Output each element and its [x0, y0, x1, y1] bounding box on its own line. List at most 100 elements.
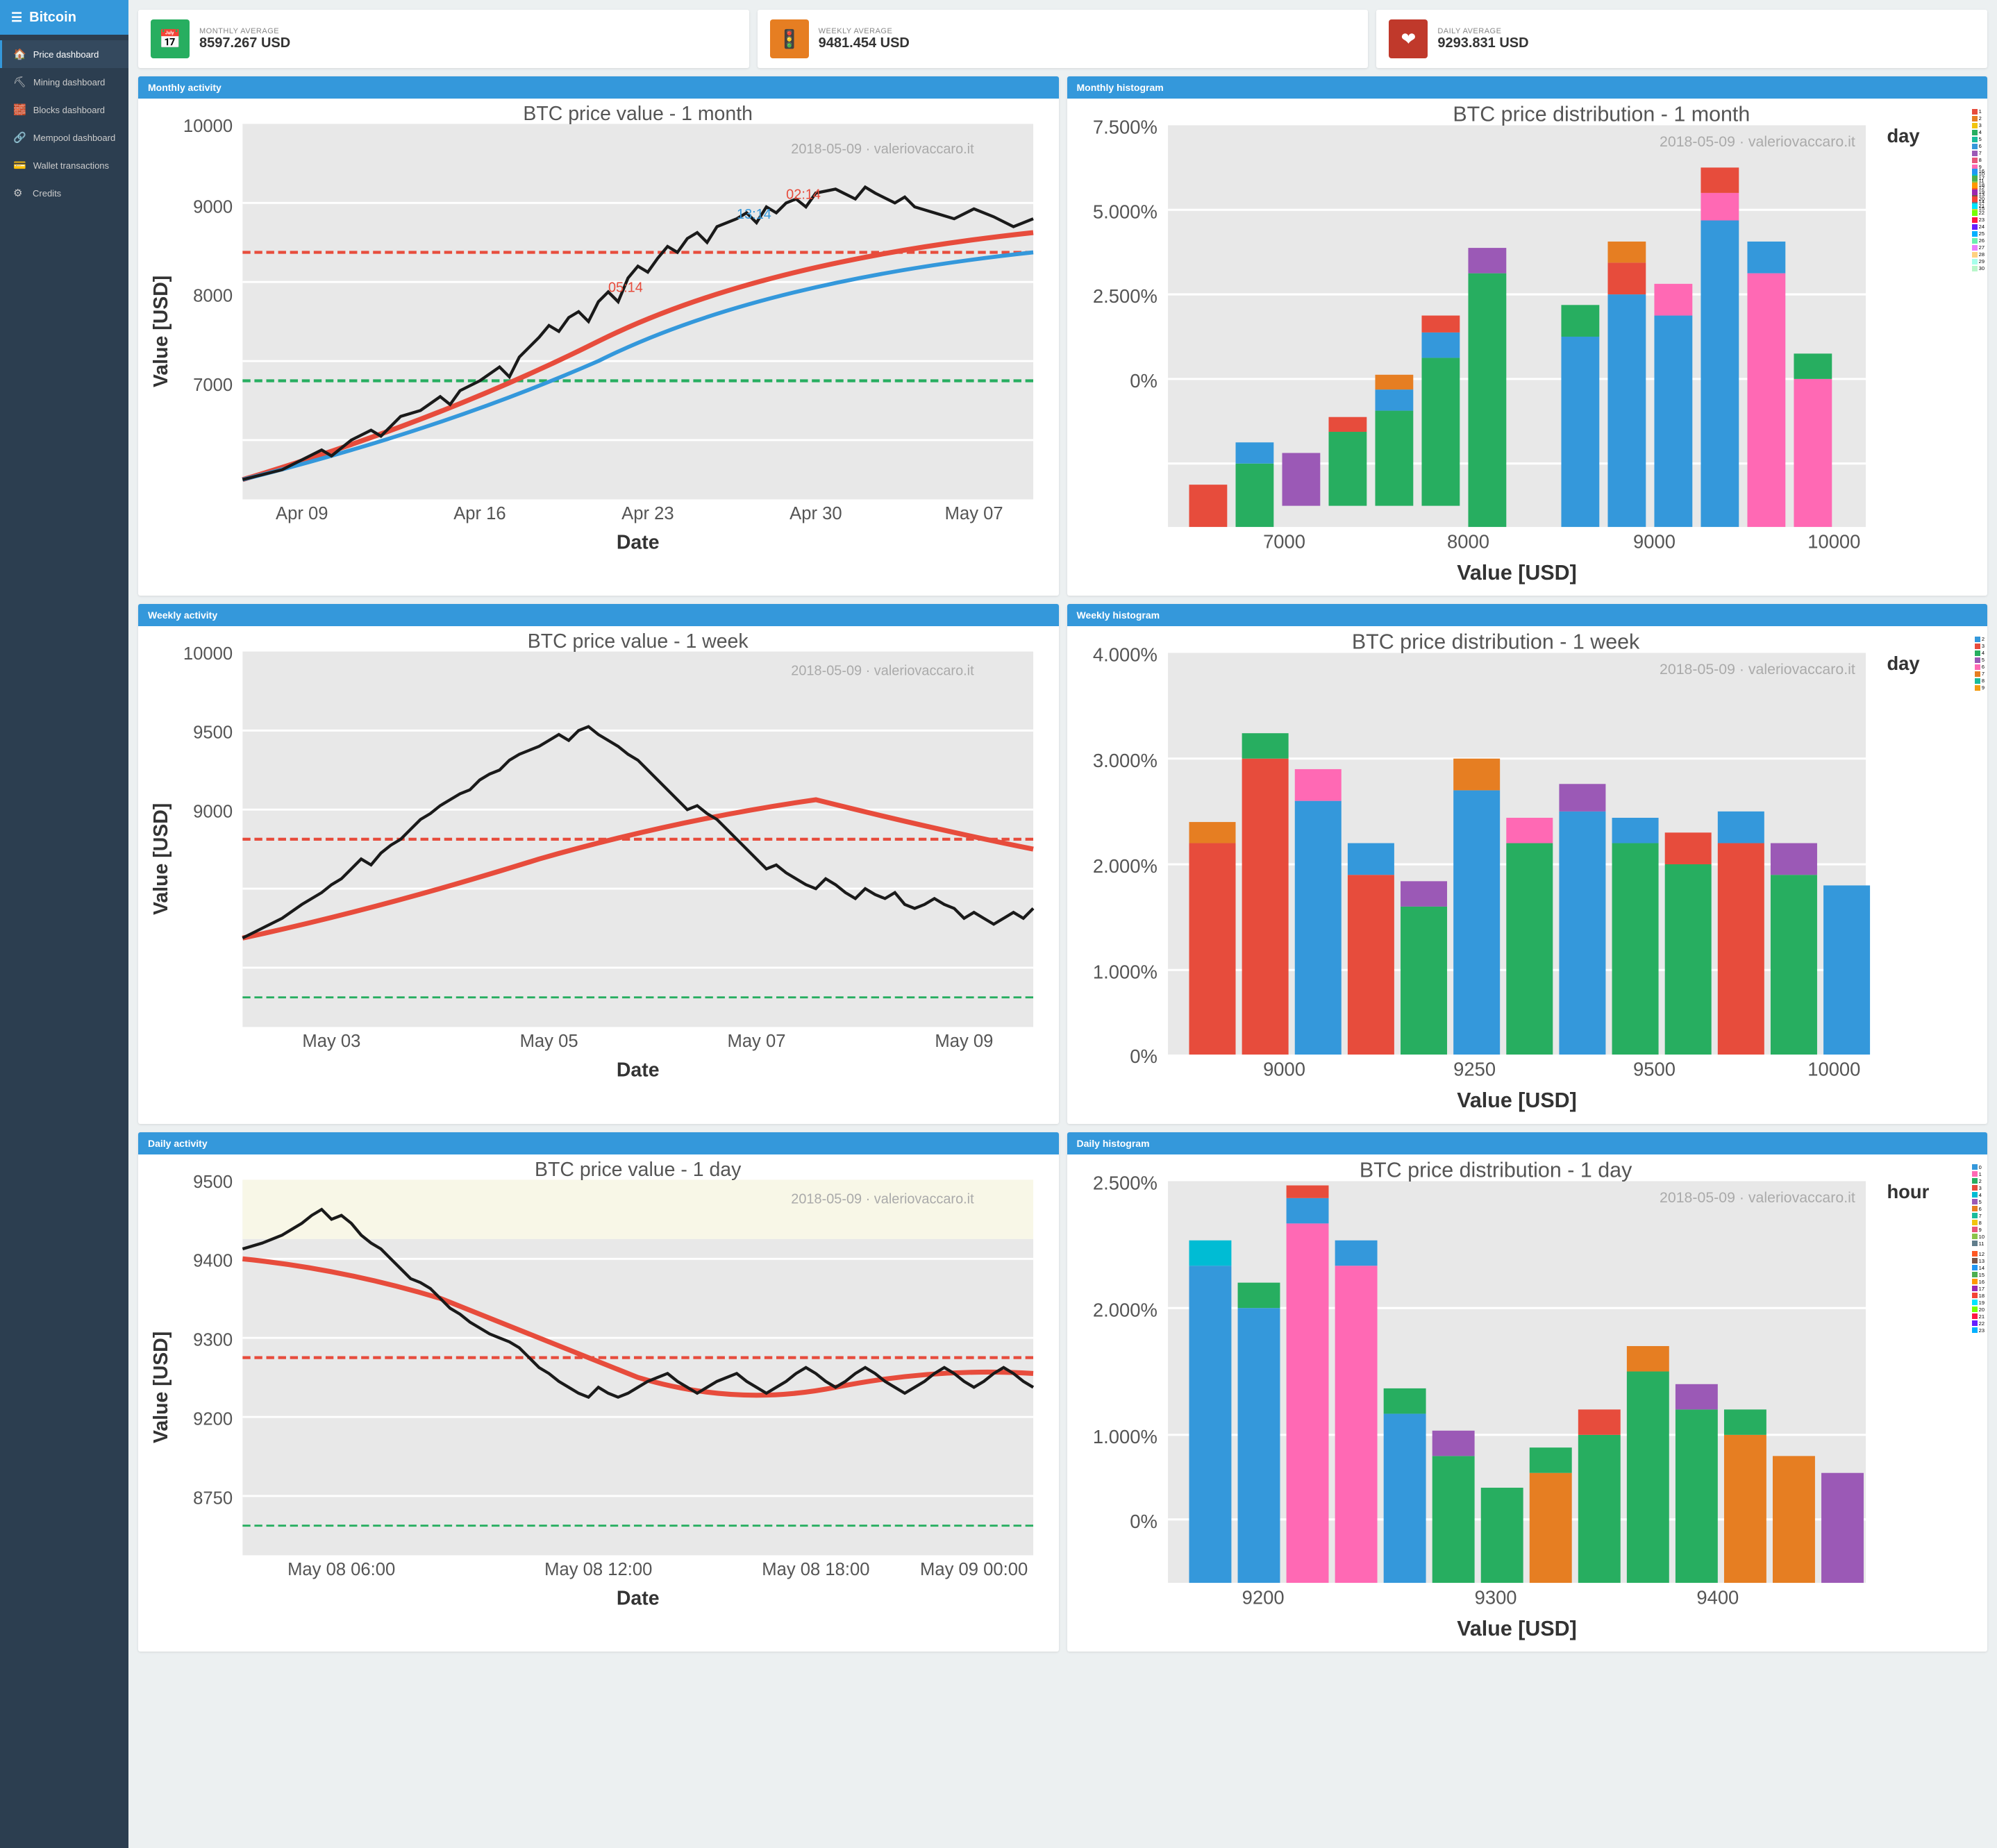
svg-text:9250: 9250: [1453, 1059, 1496, 1080]
svg-text:0%: 0%: [1130, 370, 1158, 392]
monthly-histogram-panel: Monthly histogram: [1067, 76, 1988, 596]
daily-activity-body: 9500 9400 9300 9200 8750 May 08 06:00 Ma…: [138, 1154, 1059, 1620]
stat-daily: ❤ DAILY AVERAGE 9293.831 USD: [1376, 10, 1987, 68]
sidebar-item-wallet-transactions[interactable]: 💳 Wallet transactions: [0, 151, 128, 179]
svg-text:0%: 0%: [1130, 1511, 1158, 1532]
svg-text:Apr 23: Apr 23: [621, 504, 674, 523]
svg-text:10000: 10000: [183, 644, 233, 664]
svg-text:Date: Date: [617, 1059, 660, 1082]
svg-text:BTC price distribution - 1 mon: BTC price distribution - 1 month: [1453, 104, 1750, 126]
svg-text:BTC price value - 1 month: BTC price value - 1 month: [523, 104, 753, 125]
svg-text:0%: 0%: [1130, 1046, 1158, 1068]
svg-text:13:14: 13:14: [737, 207, 771, 222]
sidebar-item-mempool-dashboard[interactable]: 🔗 Mempool dashboard: [0, 124, 128, 151]
svg-text:2.500%: 2.500%: [1092, 1172, 1157, 1193]
svg-text:9400: 9400: [193, 1252, 233, 1271]
svg-text:9300: 9300: [1474, 1586, 1516, 1608]
svg-text:Date: Date: [617, 1587, 660, 1609]
main-content: 📅 MONTHLY AVERAGE 8597.267 USD 🚦 WEEKLY …: [128, 0, 1997, 1848]
svg-text:Value [USD]: Value [USD]: [150, 1332, 172, 1443]
svg-text:9000: 9000: [193, 803, 233, 822]
stat-weekly: 🚦 WEEKLY AVERAGE 9481.454 USD: [758, 10, 1369, 68]
sidebar-item-price-dashboard[interactable]: 🏠 Price dashboard: [0, 40, 128, 68]
svg-text:3.000%: 3.000%: [1092, 750, 1157, 771]
svg-text:05:14: 05:14: [608, 280, 643, 295]
svg-text:Apr 09: Apr 09: [276, 504, 328, 523]
sidebar: ☰ Bitcoin 🏠 Price dashboard ⛏ Mining das…: [0, 0, 128, 1848]
monthly-value: 8597.267 USD: [199, 35, 290, 51]
sidebar-label-credits: Credits: [33, 188, 61, 199]
svg-text:9500: 9500: [193, 723, 233, 743]
hamburger-icon[interactable]: ☰: [11, 10, 22, 25]
weekly-activity-header: Weekly activity: [138, 604, 1059, 626]
weekly-histogram-legend: 2 3 4 5 6 7 8 9: [1975, 636, 1985, 691]
svg-text:2018-05-09 · valeriovaccaro.it: 2018-05-09 · valeriovaccaro.it: [791, 664, 974, 679]
daily-value: 9293.831 USD: [1437, 35, 1528, 51]
monthly-label: MONTHLY AVERAGE: [199, 27, 290, 35]
svg-text:May 08 12:00: May 08 12:00: [544, 1560, 652, 1579]
monthly-charts-row: Monthly activity: [138, 76, 1987, 596]
svg-text:May 05: May 05: [520, 1032, 578, 1051]
svg-text:1.000%: 1.000%: [1092, 1426, 1157, 1447]
daily-activity-svg: 9500 9400 9300 9200 8750 May 08 06:00 Ma…: [144, 1160, 1053, 1615]
sidebar-label-wallet: Wallet transactions: [33, 160, 109, 171]
svg-text:4.000%: 4.000%: [1092, 644, 1157, 666]
weekly-label: WEEKLY AVERAGE: [819, 27, 910, 35]
svg-text:2018-05-09 · valeriovaccaro.it: 2018-05-09 · valeriovaccaro.it: [791, 1191, 974, 1207]
svg-text:May 09 00:00: May 09 00:00: [920, 1560, 1028, 1579]
svg-text:10000: 10000: [1807, 531, 1860, 553]
svg-text:May 07: May 07: [945, 504, 1003, 523]
weekly-value: 9481.454 USD: [819, 35, 910, 51]
daily-histogram-header: Daily histogram: [1067, 1132, 1988, 1154]
svg-text:BTC price distribution - 1 day: BTC price distribution - 1 day: [1359, 1160, 1632, 1182]
svg-text:2.500%: 2.500%: [1092, 285, 1157, 307]
svg-text:8000: 8000: [1447, 531, 1489, 553]
svg-text:BTC price value - 1 week: BTC price value - 1 week: [528, 632, 749, 653]
sidebar-item-mining-dashboard[interactable]: ⛏ Mining dashboard: [0, 68, 128, 96]
svg-text:9000: 9000: [1633, 531, 1676, 553]
sidebar-header: ☰ Bitcoin: [0, 0, 128, 35]
stat-monthly: 📅 MONTHLY AVERAGE 8597.267 USD: [138, 10, 749, 68]
svg-text:May 08 06:00: May 08 06:00: [287, 1560, 395, 1579]
daily-charts-row: Daily activity: [138, 1132, 1987, 1652]
svg-text:9300: 9300: [193, 1330, 233, 1350]
sidebar-label-blocks-dashboard: Blocks dashboard: [33, 105, 105, 115]
svg-text:9200: 9200: [1242, 1586, 1284, 1608]
svg-text:2018-05-09 · valeriovaccaro.it: 2018-05-09 · valeriovaccaro.it: [1660, 661, 1855, 678]
weekly-activity-panel: Weekly activity: [138, 604, 1059, 1123]
weekly-activity-body: 10000 9500 9000 May 03 May 05 May 07 May…: [138, 626, 1059, 1092]
svg-text:Date: Date: [617, 532, 660, 554]
monthly-icon: 📅: [151, 19, 190, 58]
monthly-activity-panel: Monthly activity: [138, 76, 1059, 596]
stats-row: 📅 MONTHLY AVERAGE 8597.267 USD 🚦 WEEKLY …: [138, 10, 1987, 68]
weekly-histogram-panel: Weekly histogram: [1067, 604, 1988, 1123]
sidebar-item-blocks-dashboard[interactable]: 🧱 Blocks dashboard: [0, 96, 128, 124]
svg-text:10000: 10000: [183, 117, 233, 136]
weekly-histogram-header: Weekly histogram: [1067, 604, 1988, 626]
svg-text:Apr 16: Apr 16: [453, 504, 505, 523]
svg-text:2018-05-09 · valeriovaccaro.it: 2018-05-09 · valeriovaccaro.it: [791, 142, 974, 157]
svg-text:Value [USD]: Value [USD]: [1457, 1089, 1577, 1113]
svg-text:9200: 9200: [193, 1409, 233, 1429]
monthly-histogram-legend2: 16 17 18 19 20 21 22 23 24 25 26 27 28 2…: [1972, 168, 1985, 271]
svg-text:8750: 8750: [193, 1488, 233, 1508]
sidebar-label-mining-dashboard: Mining dashboard: [33, 77, 105, 87]
daily-histogram-body: 2.500% 2.000% 1.000% 0% 9200 9300 9400 V…: [1067, 1154, 1988, 1652]
svg-text:5.000%: 5.000%: [1092, 201, 1157, 222]
daily-histogram-panel: Daily histogram: [1067, 1132, 1988, 1652]
svg-text:2018-05-09 · valeriovaccaro.it: 2018-05-09 · valeriovaccaro.it: [1660, 1189, 1855, 1206]
daily-activity-header: Daily activity: [138, 1132, 1059, 1154]
app-title: Bitcoin: [29, 10, 76, 26]
svg-text:Value [USD]: Value [USD]: [150, 803, 172, 915]
sidebar-item-credits[interactable]: ⚙ Credits: [0, 179, 128, 207]
monthly-histogram-body: 7.500% 5.000% 2.500% 0% 7000 8000 9000 1…: [1067, 99, 1988, 596]
weekly-histogram-body: 4.000% 3.000% 2.000% 1.000% 0% 9000 9250…: [1067, 626, 1988, 1123]
daily-icon: ❤: [1389, 19, 1428, 58]
svg-text:Apr 30: Apr 30: [789, 504, 842, 523]
mempool-dashboard-icon: 🔗: [13, 131, 26, 144]
svg-text:9500: 9500: [1633, 1059, 1676, 1080]
svg-text:2.000%: 2.000%: [1092, 856, 1157, 877]
monthly-activity-header: Monthly activity: [138, 76, 1059, 99]
svg-text:9500: 9500: [193, 1173, 233, 1192]
svg-text:02:14: 02:14: [786, 187, 821, 203]
